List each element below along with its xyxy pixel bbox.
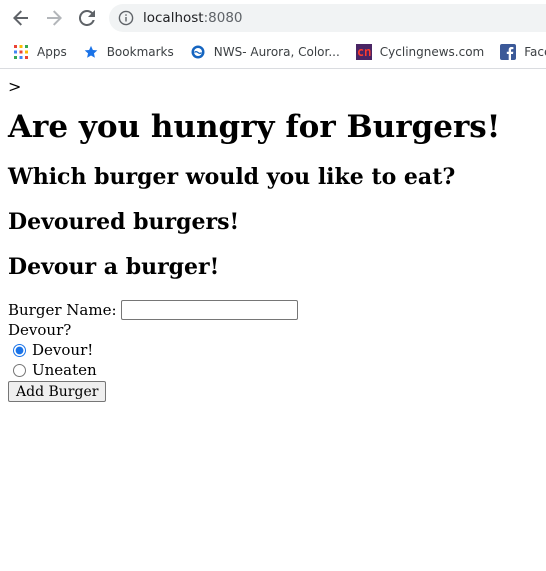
forward-button[interactable] <box>42 6 66 30</box>
url-text: localhost:8080 <box>143 10 243 26</box>
bookmark-label: Facebook <box>524 45 546 59</box>
facebook-icon <box>500 44 517 60</box>
uneaten-radio[interactable] <box>13 363 26 377</box>
bookmark-nws[interactable]: NWS- Aurora, Color... <box>190 40 340 64</box>
add-burger-form: Burger Name: Devour? Devour! Uneaten Add… <box>8 300 538 402</box>
uneaten-radio-label: Uneaten <box>32 361 97 379</box>
url-host: localhost <box>143 10 204 26</box>
apps-grid-icon <box>13 44 29 60</box>
bookmark-bookmarks[interactable]: Bookmarks <box>83 40 174 64</box>
reload-button[interactable] <box>75 6 99 30</box>
add-burger-button[interactable]: Add Burger <box>8 381 107 402</box>
bookmark-label: NWS- Aurora, Color... <box>213 45 340 59</box>
back-button[interactable] <box>9 6 33 30</box>
url-port: :8080 <box>203 10 243 26</box>
stray-caret-text: > <box>8 77 22 96</box>
devour-radio[interactable] <box>13 343 26 357</box>
nws-icon <box>190 44 206 60</box>
burger-name-label: Burger Name: <box>8 301 117 319</box>
burger-name-row: Burger Name: <box>8 300 538 320</box>
star-icon <box>83 44 99 60</box>
page-title: Are you hungry for Burgers! <box>8 109 501 145</box>
page-content: > Are you hungry for Burgers! Which burg… <box>0 78 546 402</box>
browser-chrome: localhost:8080 Apps Bookmarks NWS- Auror… <box>0 0 546 69</box>
devoured-burgers-heading: Devoured burgers! <box>8 209 240 235</box>
devour-radio-label: Devour! <box>32 341 94 359</box>
arrow-right-icon <box>47 10 62 26</box>
info-icon[interactable] <box>118 10 134 26</box>
reload-icon <box>79 10 95 26</box>
cyclingnews-icon <box>355 44 372 60</box>
uneaten-burgers-heading: Which burger would you like to eat? <box>8 164 456 190</box>
bookmark-cyclingnews[interactable]: Cyclingnews.com <box>355 40 485 64</box>
bookmark-label: Bookmarks <box>106 45 174 59</box>
devour-option-row: Devour! <box>8 340 538 360</box>
devour-label: Devour? <box>8 321 72 339</box>
bookmark-label: Apps <box>37 45 67 59</box>
arrow-left-icon <box>13 10 28 26</box>
add-burger-heading: Devour a burger! <box>8 254 220 280</box>
browser-toolbar: localhost:8080 <box>0 0 546 36</box>
bookmarks-bar: Apps Bookmarks NWS- Aurora, Color... Cyc… <box>0 38 546 66</box>
address-bar[interactable]: localhost:8080 <box>109 4 546 32</box>
uneaten-option-row: Uneaten <box>8 360 538 380</box>
burger-name-input[interactable] <box>120 300 298 320</box>
bookmark-label: Cyclingnews.com <box>379 45 485 59</box>
bookmark-facebook[interactable]: Facebook <box>500 40 546 64</box>
bookmark-apps[interactable]: Apps <box>13 40 67 64</box>
